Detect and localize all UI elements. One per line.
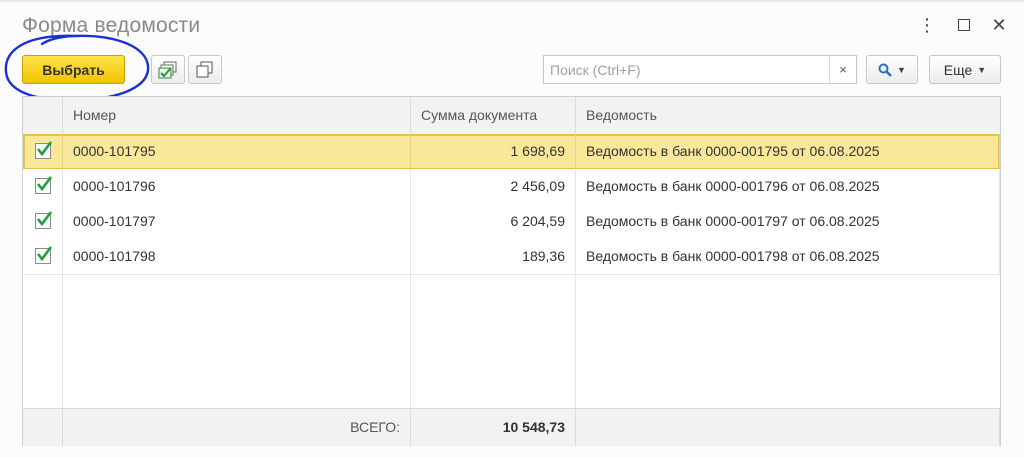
search-field: ×	[543, 55, 857, 84]
clear-search-button[interactable]: ×	[829, 56, 856, 83]
row-checkbox[interactable]	[35, 246, 53, 264]
kebab-icon[interactable]: ⋮	[916, 14, 938, 36]
maximize-icon[interactable]	[953, 14, 975, 36]
amount-cell: 2 456,09	[411, 169, 576, 204]
column-header-number[interactable]: Номер	[63, 97, 411, 134]
table-header: Номер Сумма документа Ведомость	[23, 97, 1000, 135]
row-checkbox[interactable]	[35, 141, 53, 159]
footer-empty-cell	[23, 409, 63, 446]
table-footer: ВСЕГО: 10 548,73	[23, 408, 1000, 446]
statements-table: Номер Сумма документа Ведомость 0000-101…	[22, 96, 1001, 446]
checkmark-icon	[36, 141, 53, 157]
copy-icon	[196, 61, 213, 77]
check-cell	[23, 169, 63, 204]
amount-cell: 1 698,69	[411, 134, 576, 169]
column-header-amount[interactable]: Сумма документа	[411, 97, 576, 134]
statement-cell: Ведомость в банк 0000-001798 от 06.08.20…	[576, 239, 1000, 274]
column-divider	[62, 274, 63, 408]
close-icon[interactable]: ✕	[988, 14, 1010, 36]
more-button-label: Еще	[943, 61, 973, 78]
more-button[interactable]: Еще ▼	[929, 55, 1001, 84]
amount-cell: 189,36	[411, 239, 576, 274]
footer-empty-cell	[576, 409, 1000, 446]
top-border	[0, 0, 1024, 2]
check-cell	[23, 204, 63, 239]
chevron-down-icon: ▼	[897, 64, 906, 75]
column-divider	[410, 274, 411, 408]
magnifier-icon	[878, 63, 892, 77]
statement-cell: Ведомость в банк 0000-001795 от 06.08.20…	[576, 134, 1000, 169]
check-all-button[interactable]	[151, 55, 185, 84]
row-checkbox[interactable]	[35, 211, 53, 229]
checkmark-icon	[36, 211, 53, 227]
checkmark-icon	[36, 176, 53, 192]
select-button[interactable]: Выбрать	[22, 55, 125, 84]
copy-button[interactable]	[188, 55, 222, 84]
chevron-down-icon: ▼	[977, 64, 987, 75]
table-row[interactable]: 0000-101796 2 456,09 Ведомость в банк 00…	[23, 169, 1000, 205]
column-header-statement[interactable]: Ведомость	[576, 97, 1000, 134]
window-title: Форма ведомости	[22, 14, 201, 37]
number-cell: 0000-101798	[63, 239, 411, 274]
check-cell	[23, 239, 63, 274]
number-cell: 0000-101795	[63, 134, 411, 169]
statement-cell: Ведомость в банк 0000-001797 от 06.08.20…	[576, 204, 1000, 239]
number-cell: 0000-101797	[63, 204, 411, 239]
table-row[interactable]: 0000-101795 1 698,69 Ведомость в банк 00…	[23, 134, 1000, 170]
column-divider	[575, 274, 576, 408]
column-header-check[interactable]	[23, 97, 63, 134]
statement-form-window: Форма ведомости ⋮ ✕ Выбрать × ▼ Еще ▼	[0, 0, 1024, 457]
find-button[interactable]: ▼	[866, 55, 918, 84]
total-label: ВСЕГО:	[63, 409, 411, 446]
statement-cell: Ведомость в банк 0000-001796 от 06.08.20…	[576, 169, 1000, 204]
amount-cell: 6 204,59	[411, 204, 576, 239]
table-row[interactable]: 0000-101797 6 204,59 Ведомость в банк 00…	[23, 204, 1000, 240]
number-cell: 0000-101796	[63, 169, 411, 204]
check-cell	[23, 134, 63, 169]
total-value: 10 548,73	[411, 409, 576, 446]
check-all-icon	[158, 61, 177, 78]
row-checkbox[interactable]	[35, 176, 53, 194]
checkmark-icon	[36, 246, 53, 262]
search-input[interactable]	[544, 57, 829, 82]
table-row[interactable]: 0000-101798 189,36 Ведомость в банк 0000…	[23, 239, 1000, 275]
